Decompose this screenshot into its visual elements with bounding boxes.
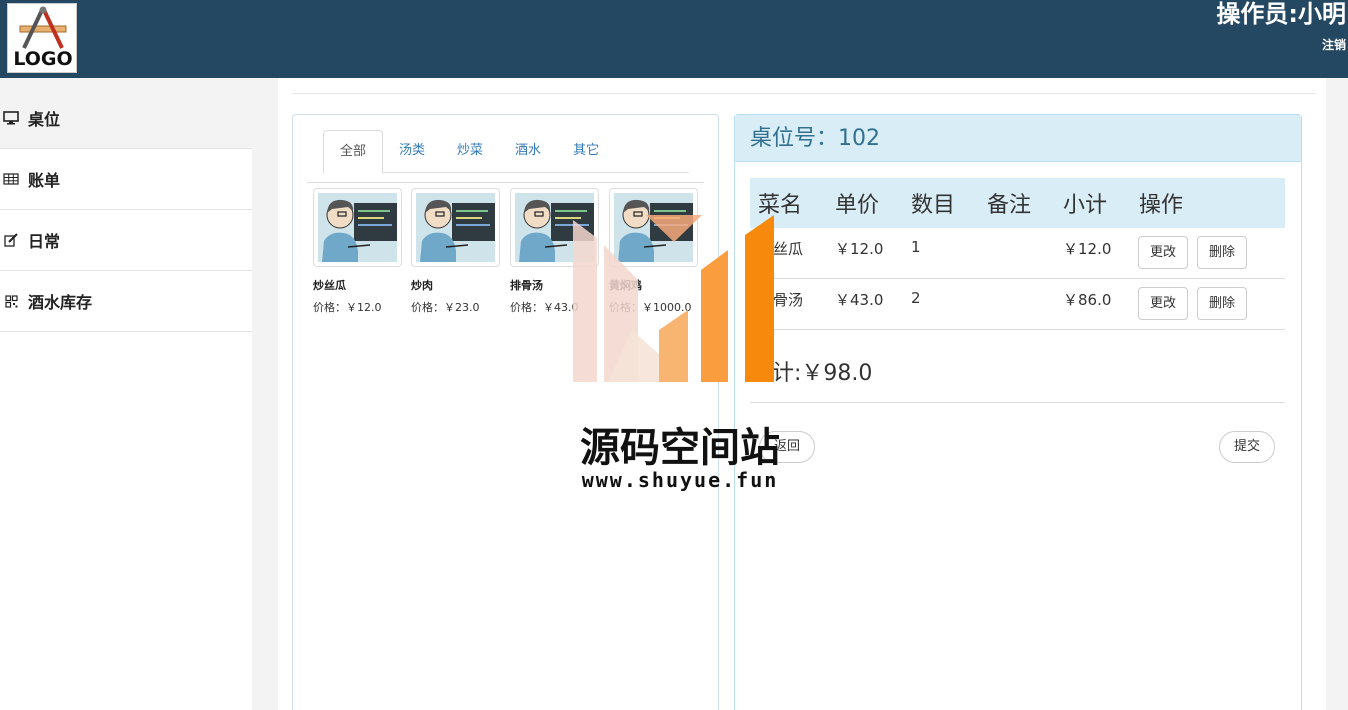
sidebar-item-tables[interactable]: 桌位: [0, 88, 252, 149]
dish-thumbnail[interactable]: [313, 188, 402, 267]
order-table: 菜名 单价 数目 备注 小计 操作 炒丝瓜 ￥12.0 1 ￥12.0 更改 删…: [750, 178, 1285, 330]
app-logo[interactable]: LOGO: [7, 3, 77, 73]
edit-button[interactable]: 更改: [1138, 236, 1189, 269]
dish-image-icon: [416, 193, 495, 262]
tab-underline: [307, 182, 704, 183]
tab-other[interactable]: 其它: [557, 130, 615, 173]
delete-button[interactable]: 删除: [1197, 287, 1248, 320]
tab-drinks[interactable]: 酒水: [499, 130, 557, 173]
sidebar-spacer: [0, 78, 252, 88]
total-divider: [750, 402, 1285, 403]
dish-name: 炒丝瓜: [313, 279, 346, 292]
price-cell: ￥43.0: [835, 291, 884, 309]
table-header: 菜名 单价 数目 备注 小计 操作: [750, 178, 1285, 228]
column-header: 数目: [911, 193, 956, 218]
order-total: 总计:￥98.0: [750, 361, 873, 386]
column-header: 菜名: [758, 193, 803, 218]
category-tabs: 全部 汤类 炒菜 酒水 其它: [323, 130, 689, 174]
dish-price: 价格：￥1000.0: [609, 301, 692, 314]
dish-thumbnail[interactable]: [510, 188, 599, 267]
dish-name: 炒肉: [411, 279, 433, 292]
compass-logo-icon: [19, 6, 67, 49]
menu-panel: 全部 汤类 炒菜 酒水 其它 炒丝瓜 价格：￥12.0 炒肉 价格：￥23.0 …: [292, 114, 719, 710]
sidebar: 桌位 账单 日常 酒水库存: [0, 78, 252, 710]
sidebar-item-label: 账单: [28, 171, 61, 190]
tab-soup[interactable]: 汤类: [383, 130, 441, 173]
dish-image-icon: [318, 193, 397, 262]
edit-button[interactable]: 更改: [1138, 287, 1189, 320]
delete-button[interactable]: 删除: [1197, 236, 1248, 269]
subtotal-cell: ￥12.0: [1063, 240, 1112, 258]
sidebar-item-label: 桌位: [28, 110, 61, 129]
submit-button[interactable]: 提交: [1219, 431, 1276, 463]
quantity-cell: 2: [911, 289, 921, 307]
content-divider: [292, 93, 1316, 94]
qrcode-icon: [2, 294, 20, 308]
edit-icon: [2, 233, 20, 247]
dish-thumbnail[interactable]: [609, 188, 698, 267]
column-header: 小计: [1063, 193, 1108, 218]
right-gutter: [1326, 78, 1348, 710]
table-icon: [2, 172, 20, 186]
back-button[interactable]: 返回: [759, 431, 816, 463]
note-cell: [979, 228, 1055, 278]
operator-name: 操作员:小明: [1216, 0, 1346, 28]
dish-name: 排骨汤: [510, 279, 543, 292]
logout-link[interactable]: 注销: [1322, 36, 1346, 53]
table-row: 炒丝瓜 ￥12.0 1 ￥12.0 更改 删除: [750, 228, 1285, 279]
sidebar-item-label: 日常: [28, 232, 61, 251]
tab-all[interactable]: 全部: [323, 130, 384, 174]
column-header: 操作: [1139, 193, 1184, 218]
dish-thumbnail[interactable]: [411, 188, 500, 267]
dish-card[interactable]: 炒丝瓜 价格：￥12.0: [313, 188, 403, 315]
dish-card[interactable]: 排骨汤 价格：￥43.0: [510, 188, 600, 315]
dish-card[interactable]: 黄焖鸡 价格：￥1000.0: [609, 188, 699, 315]
dish-name-cell: 排骨汤: [758, 291, 804, 309]
logo-text: LOGO: [13, 48, 73, 70]
table-number-title: 桌位号：102: [735, 115, 1301, 162]
sidebar-item-bills[interactable]: 账单: [0, 149, 252, 210]
tab-stir-fry[interactable]: 炒菜: [441, 130, 499, 173]
sidebar-item-drinks-stock[interactable]: 酒水库存: [0, 271, 252, 332]
quantity-cell: 1: [911, 238, 921, 256]
dish-price: 价格：￥12.0: [313, 301, 382, 314]
dish-price: 价格：￥23.0: [411, 301, 480, 314]
subtotal-cell: ￥86.0: [1063, 291, 1112, 309]
dish-name: 黄焖鸡: [609, 279, 642, 292]
column-header: 单价: [835, 193, 880, 218]
monitor-icon: [2, 111, 20, 125]
table-row: 排骨汤 ￥43.0 2 ￥86.0 更改 删除: [750, 279, 1285, 330]
price-cell: ￥12.0: [835, 240, 884, 258]
sidebar-item-label: 酒水库存: [28, 293, 93, 312]
dish-image-icon: [515, 193, 594, 262]
top-header: LOGO 操作员:小明 注销: [0, 0, 1348, 78]
note-cell: [979, 279, 1055, 329]
sidebar-item-daily[interactable]: 日常: [0, 210, 252, 271]
dish-name-cell: 炒丝瓜: [758, 240, 804, 258]
dish-card[interactable]: 炒肉 价格：￥23.0: [411, 188, 501, 315]
left-gutter: [252, 78, 278, 710]
column-header: 备注: [987, 193, 1032, 218]
order-panel: 桌位号：102 菜名 单价 数目 备注 小计 操作 炒丝瓜 ￥12.0 1 ￥1…: [734, 114, 1302, 710]
dish-price: 价格：￥43.0: [510, 301, 579, 314]
dish-image-icon: [614, 193, 693, 262]
